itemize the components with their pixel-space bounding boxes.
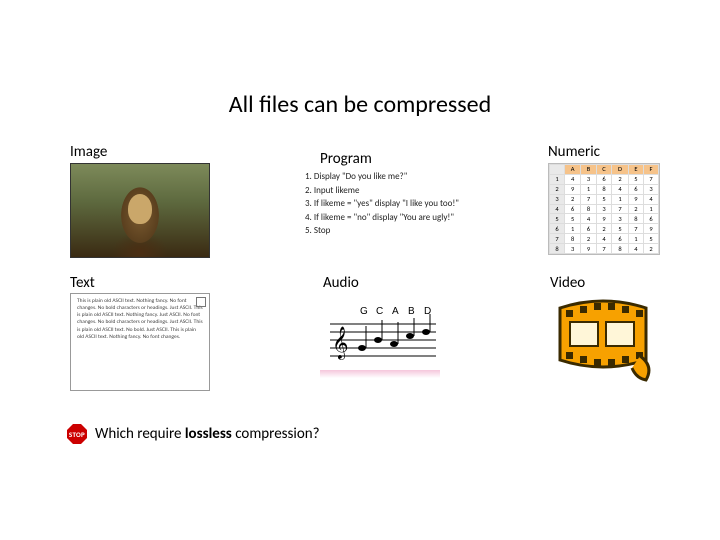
text-example: This is plain old ASCII text. Nothing fa… [70, 293, 210, 391]
slide-title: All files can be compressed [0, 90, 720, 119]
spreadsheet-table: AB CD EF 1436257 2918463 3275194 4683721… [549, 164, 659, 254]
label-audio: Audio [323, 274, 359, 292]
label-image: Image [70, 143, 107, 161]
question-text: Which require lossless compression? [95, 425, 320, 443]
code-line: 4. If likeme = "no" display "You are ugl… [305, 211, 505, 225]
label-program: Program [320, 150, 372, 168]
numeric-example: AB CD EF 1436257 2918463 3275194 4683721… [548, 163, 660, 255]
audio-shadow [320, 370, 440, 378]
label-text: Text [70, 274, 95, 292]
question-prefix: Which require [95, 425, 185, 443]
stop-icon: STOP [67, 424, 87, 444]
video-example-icon [548, 290, 658, 385]
code-line: 3. If likeme = "yes" display "I like you… [305, 197, 505, 211]
svg-text:𝄞: 𝄞 [332, 327, 349, 360]
label-numeric: Numeric [548, 143, 600, 161]
code-line: 5. Stop [305, 224, 505, 238]
audio-example-icon: 𝄞 G C A B D [320, 298, 440, 376]
question-suffix: compression? [232, 425, 320, 443]
image-example-icon [70, 163, 210, 258]
stop-icon-text: STOP [67, 424, 87, 444]
program-example: 1. Display "Do you like me?" 2. Input li… [305, 170, 505, 248]
svg-text:G: G [360, 306, 368, 317]
svg-text:B: B [408, 306, 415, 317]
code-line: 1. Display "Do you like me?" [305, 170, 505, 184]
svg-text:C: C [376, 306, 383, 317]
code-line: 2. Input likeme [305, 184, 505, 198]
svg-text:A: A [392, 306, 399, 317]
question-emph: lossless [185, 425, 232, 443]
